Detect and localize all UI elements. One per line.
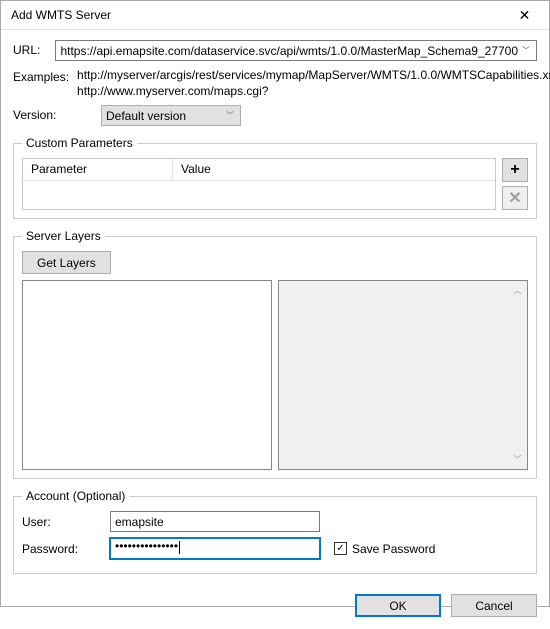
example-line-2: http://www.myserver.com/maps.cgi? [77, 83, 550, 99]
account-legend: Account (Optional) [22, 489, 129, 503]
custom-parameters-group: Custom Parameters Parameter Value + ✕ [13, 136, 537, 219]
password-mask: ••••••••••••••• [115, 539, 178, 553]
version-value: Default version [106, 109, 186, 123]
user-input[interactable] [110, 511, 320, 532]
examples-text: http://myserver/arcgis/rest/services/mym… [77, 67, 550, 99]
parameters-header: Parameter Value [23, 159, 495, 181]
version-label: Version: [13, 105, 93, 122]
account-group: Account (Optional) User: Password: •••••… [13, 489, 537, 574]
password-input[interactable]: ••••••••••••••• [110, 538, 320, 559]
examples-label: Examples: [13, 67, 69, 84]
col-value: Value [173, 159, 495, 180]
titlebar: Add WMTS Server ✕ [1, 1, 549, 30]
save-password-label: Save Password [352, 542, 435, 556]
checkbox-icon: ✓ [334, 542, 347, 555]
ok-button[interactable]: OK [355, 594, 441, 617]
parameters-table[interactable]: Parameter Value [22, 158, 496, 210]
url-value: https://api.emapsite.com/dataservice.svc… [60, 44, 518, 58]
dialog-body: URL: https://api.emapsite.com/dataservic… [1, 30, 549, 586]
server-layers-group: Server Layers Get Layers ︿ ﹀ [13, 229, 537, 479]
custom-parameters-legend: Custom Parameters [22, 136, 137, 150]
cancel-button[interactable]: Cancel [451, 594, 537, 617]
chevron-down-icon: ﹀ [518, 41, 534, 60]
add-parameter-button[interactable]: + [502, 158, 528, 182]
examples-row: Examples: http://myserver/arcgis/rest/se… [13, 67, 537, 99]
url-combobox[interactable]: https://api.emapsite.com/dataservice.svc… [55, 40, 537, 61]
layer-details-pane[interactable]: ︿ ﹀ [278, 280, 528, 470]
window-title: Add WMTS Server [11, 8, 502, 22]
col-parameter: Parameter [23, 159, 173, 180]
dialog-footer: OK Cancel [1, 586, 549, 629]
save-password-checkbox[interactable]: ✓ Save Password [334, 542, 435, 556]
chevron-down-icon: ﹀ [222, 106, 238, 125]
url-row: URL: https://api.emapsite.com/dataservic… [13, 40, 537, 61]
scroll-down-icon: ﹀ [514, 451, 522, 468]
get-layers-button[interactable]: Get Layers [22, 251, 111, 274]
scrollbar[interactable]: ︿ ﹀ [509, 282, 526, 468]
example-line-1: http://myserver/arcgis/rest/services/mym… [77, 67, 550, 83]
version-combobox[interactable]: Default version ﹀ [101, 105, 241, 126]
text-caret [179, 541, 180, 554]
layers-list-pane[interactable] [22, 280, 272, 470]
remove-icon: ✕ [508, 188, 521, 208]
scroll-up-icon: ︿ [514, 282, 522, 299]
plus-icon: + [510, 161, 519, 179]
url-label: URL: [13, 40, 47, 57]
close-button[interactable]: ✕ [502, 1, 547, 29]
dialog-add-wmts-server: Add WMTS Server ✕ URL: https://api.emaps… [0, 0, 550, 607]
user-label: User: [22, 515, 102, 529]
password-label: Password: [22, 542, 102, 556]
version-row: Version: Default version ﹀ [13, 105, 537, 126]
close-icon: ✕ [519, 7, 531, 24]
remove-parameter-button[interactable]: ✕ [502, 186, 528, 210]
server-layers-legend: Server Layers [22, 229, 105, 243]
